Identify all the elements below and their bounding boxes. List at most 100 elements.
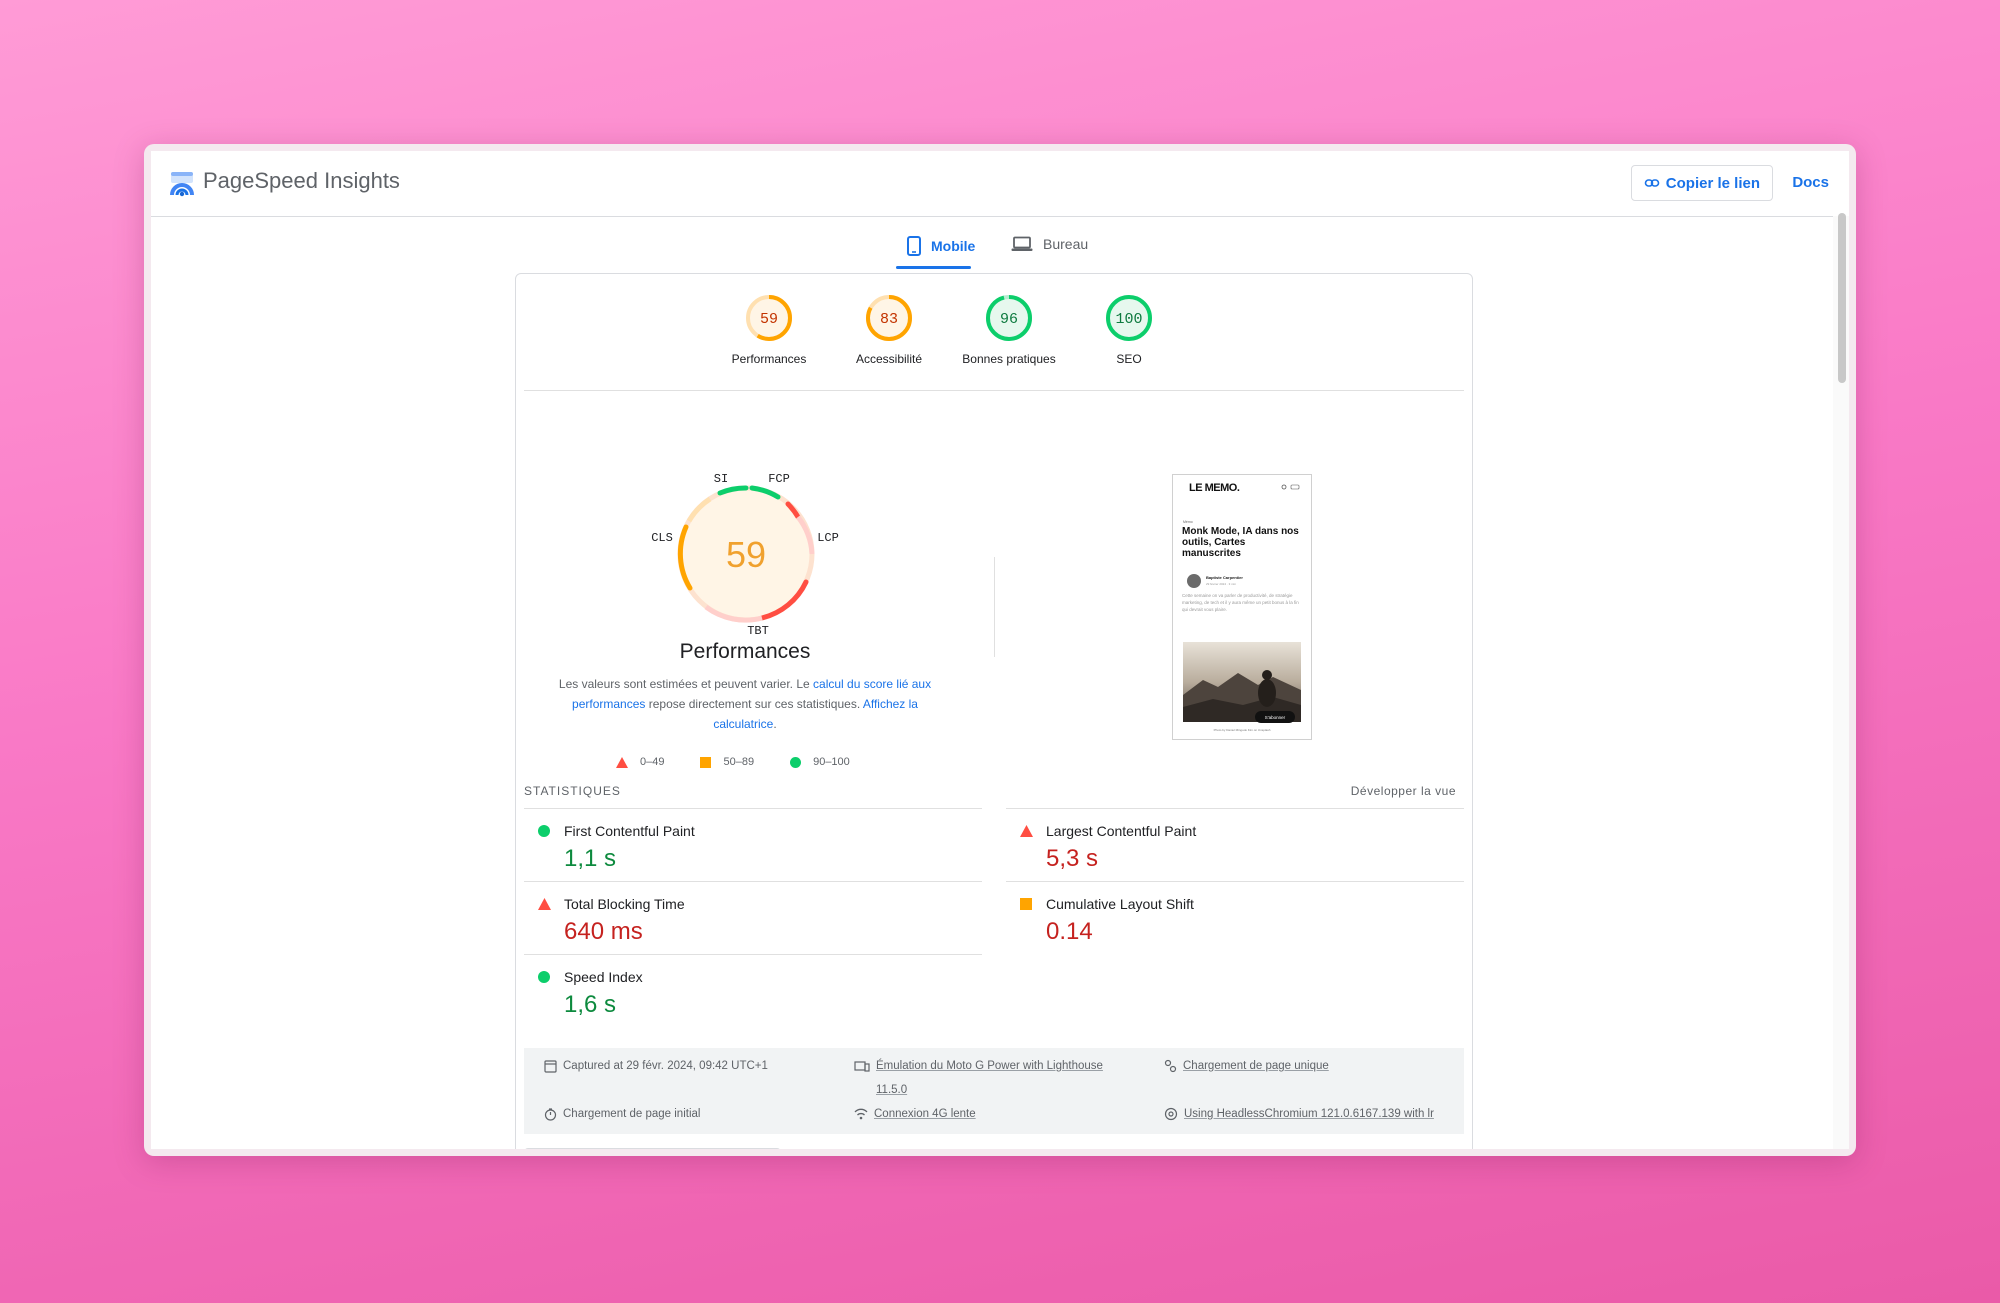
gauge-performance[interactable]: 59 Performances: [709, 294, 829, 366]
segment-label-si: SI: [714, 472, 728, 486]
active-tab-indicator: [896, 266, 971, 269]
preview-headline: Monk Mode, IA dans nos outils, Cartes ma…: [1182, 526, 1299, 559]
square-orange-icon: [1020, 898, 1032, 910]
timer-icon: [544, 1108, 557, 1121]
metric-lcp-value: 5,3 s: [1046, 845, 1099, 872]
info-initial-load-text: Chargement de page initial: [563, 1108, 701, 1120]
info-emulation-version: 11.5.0: [876, 1084, 908, 1096]
info-initial-load: Chargement de page initial: [544, 1102, 700, 1126]
laptop-icon: [1011, 236, 1033, 251]
nodes-icon: [1164, 1059, 1177, 1073]
tab-mobile[interactable]: Mobile: [907, 236, 975, 256]
gauge-label-performance: Performances: [731, 352, 807, 366]
preview-date: 29 février 2024 · 3 min: [1206, 582, 1236, 586]
gauge-best-practices[interactable]: 96 Bonnes pratiques: [949, 294, 1069, 366]
metric-si-value: 1,6 s: [564, 991, 617, 1018]
next-section-card: [524, 1148, 781, 1149]
desc-text-2: repose directement sur ces statistiques.: [645, 697, 863, 711]
preview-page: LE MEMO. Mémo Monk Mode, IA dans nos out…: [1182, 482, 1301, 732]
app-title: PageSpeed Insights: [203, 168, 400, 193]
legend-average-label: 50–89: [723, 756, 755, 768]
metric-cls[interactable]: Cumulative Layout Shift 0.14: [1006, 881, 1464, 954]
device-tabs: Mobile Bureau: [151, 216, 1833, 271]
score-value-performance: 59: [760, 311, 778, 328]
desc-text-1: Les valeurs sont estimées et peuvent var…: [558, 677, 814, 691]
info-emulation[interactable]: Émulation du Moto G Power with Lighthous…: [854, 1054, 1103, 1102]
browser-window: PageSpeed Insights Copier le lien Docs M…: [144, 144, 1856, 1156]
preview-body: Cette semaine on va parler de productivi…: [1182, 593, 1299, 612]
triangle-red-icon: [616, 756, 628, 768]
info-connection-text: Connexion 4G lente: [874, 1108, 976, 1120]
performance-gauge: 59 SI FCP LCP CLS TBT: [651, 472, 839, 638]
stats-header: STATISTIQUES: [524, 784, 621, 798]
score-value-best-practices: 96: [1000, 311, 1018, 328]
column-divider: [994, 557, 995, 657]
preview-menu-icon: [1290, 484, 1300, 490]
metric-fcp-name: First Contentful Paint: [564, 823, 695, 839]
phone-icon: [907, 236, 921, 256]
tab-desktop-label: Bureau: [1043, 236, 1089, 252]
segment-label-lcp: LCP: [817, 531, 839, 545]
score-ring-seo: 100: [1106, 295, 1152, 341]
legend-bad: 0–49: [616, 756, 664, 768]
segment-label-tbt: TBT: [747, 624, 769, 638]
score-ring-accessibility: 83: [866, 295, 912, 341]
legend-bad-label: 0–49: [640, 756, 665, 768]
devices-icon: [854, 1061, 870, 1072]
gauge-accessibility[interactable]: 83 Accessibilité: [829, 294, 949, 366]
report-card: 59 Performances 83 Accessibilité 96 Bonn…: [515, 273, 1473, 1149]
metric-cls-value: 0.14: [1046, 918, 1093, 945]
metric-tbt[interactable]: Total Blocking Time 640 ms: [524, 881, 982, 954]
gauge-label-seo: SEO: [1116, 352, 1142, 366]
run-info: Captured at 29 févr. 2024, 09:42 UTC+1 É…: [524, 1048, 1464, 1134]
metric-cls-name: Cumulative Layout Shift: [1046, 896, 1194, 912]
page-screenshot-preview: LE MEMO. Mémo Monk Mode, IA dans nos out…: [1172, 474, 1312, 740]
preview-author-avatar: [1187, 574, 1201, 588]
triangle-red-icon: [538, 898, 551, 910]
score-value-accessibility: 83: [880, 311, 898, 328]
top-bar: PageSpeed Insights Copier le lien Docs: [151, 151, 1849, 217]
legend-average: 50–89: [700, 756, 754, 768]
performance-score: 59: [726, 534, 766, 575]
copy-link-button[interactable]: Copier le lien: [1630, 165, 1773, 201]
metric-tbt-value: 640 ms: [564, 918, 643, 945]
legend-good-label: 90–100: [813, 756, 850, 768]
score-legend: 0–49 50–89 90–100: [616, 756, 850, 768]
legend-good: 90–100: [790, 756, 850, 768]
triangle-red-icon: [1020, 825, 1033, 837]
metric-si[interactable]: Speed Index 1,6 s: [524, 954, 982, 1027]
docs-link[interactable]: Docs: [1792, 174, 1829, 191]
metric-lcp[interactable]: Largest Contentful Paint 5,3 s: [1006, 808, 1464, 881]
performance-description: Les valeurs sont estimées et peuvent var…: [546, 674, 944, 734]
info-single-load-text: Chargement de page unique: [1183, 1060, 1329, 1072]
preview-logo: LE MEMO.: [1189, 482, 1240, 494]
info-emulation-text: Émulation du Moto G Power with Lighthous…: [876, 1060, 1103, 1072]
gauge-label-best-practices: Bonnes pratiques: [962, 352, 1056, 366]
scrollbar-thumb[interactable]: [1838, 213, 1846, 383]
expand-view-button[interactable]: Développer la vue: [1351, 784, 1456, 798]
gauge-seo[interactable]: 100 SEO: [1069, 294, 1189, 366]
info-captured: Captured at 29 févr. 2024, 09:42 UTC+1: [544, 1054, 768, 1078]
tab-desktop[interactable]: Bureau: [1011, 236, 1088, 252]
segment-label-cls: CLS: [651, 531, 673, 545]
score-value-seo: 100: [1115, 311, 1142, 328]
metric-tbt-name: Total Blocking Time: [564, 896, 685, 912]
preview-subscribe-label: S'abonner: [1265, 715, 1286, 720]
chrome-icon: [1164, 1107, 1178, 1121]
pagespeed-logo-icon: [170, 172, 194, 197]
circle-green-icon: [538, 971, 550, 983]
square-orange-icon: [700, 756, 712, 768]
info-captured-text: Captured at 29 févr. 2024, 09:42 UTC+1: [563, 1060, 768, 1072]
info-browser[interactable]: Using HeadlessChromium 121.0.6167.139 wi…: [1164, 1102, 1434, 1126]
metric-fcp[interactable]: First Contentful Paint 1,1 s: [524, 808, 982, 881]
info-browser-text: Using HeadlessChromium 121.0.6167.139 wi…: [1184, 1108, 1434, 1120]
performance-title: Performances: [679, 640, 811, 663]
info-single-load[interactable]: Chargement de page unique: [1164, 1054, 1329, 1078]
info-connection[interactable]: Connexion 4G lente: [854, 1102, 976, 1126]
desc-text-3: .: [773, 717, 777, 731]
copy-link-label: Copier le lien: [1665, 174, 1760, 192]
category-scores: 59 Performances 83 Accessibilité 96 Bonn…: [524, 274, 1464, 391]
gauge-label-accessibility: Accessibilité: [855, 352, 923, 366]
preview-tag: Mémo: [1183, 520, 1193, 524]
circle-green-icon: [790, 756, 802, 768]
